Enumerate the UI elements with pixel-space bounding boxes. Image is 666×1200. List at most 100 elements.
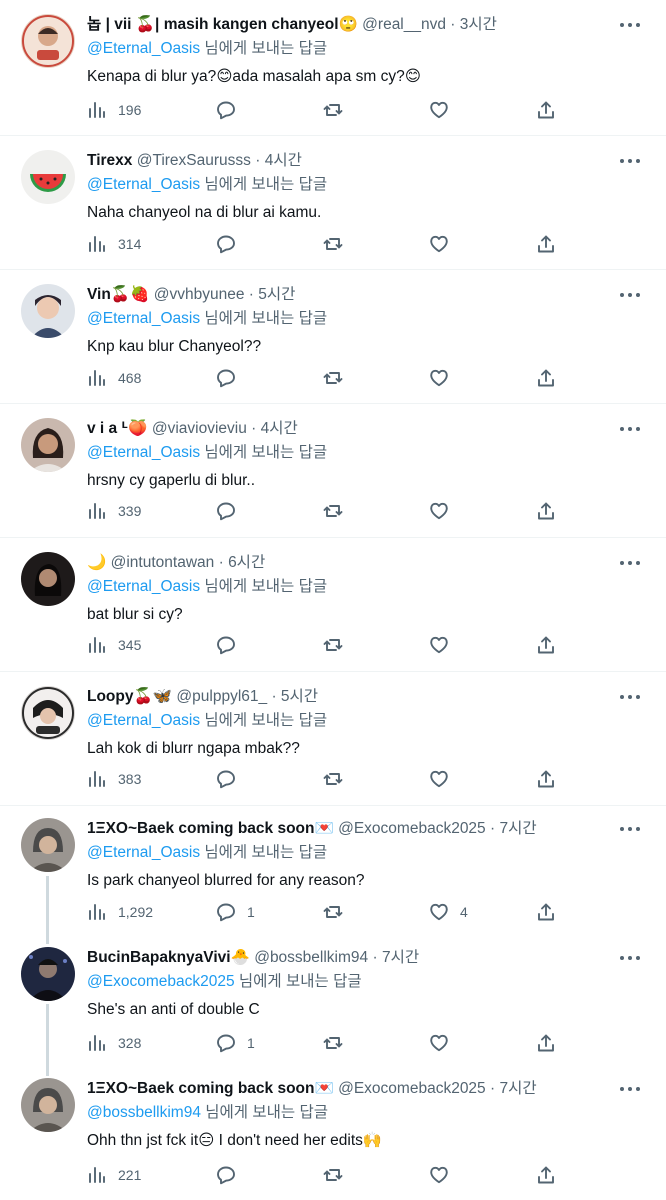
- display-name[interactable]: v i a ᒻ🍑: [87, 420, 148, 437]
- reply-to-mention[interactable]: @Eternal_Oasis: [87, 712, 200, 729]
- views-button[interactable]: 314: [87, 233, 141, 255]
- avatar[interactable]: [21, 552, 75, 606]
- retweet-button[interactable]: [323, 500, 354, 522]
- timestamp[interactable]: 7시간: [499, 820, 536, 837]
- reply-to-mention[interactable]: @Exocomeback2025: [87, 973, 235, 990]
- reply-to-mention[interactable]: @Eternal_Oasis: [87, 40, 200, 57]
- retweet-button[interactable]: [323, 768, 354, 790]
- share-button[interactable]: [536, 768, 556, 790]
- reply-button[interactable]: [216, 500, 247, 522]
- avatar[interactable]: [21, 284, 75, 338]
- timestamp[interactable]: 7시간: [499, 1080, 536, 1097]
- tweet[interactable]: BucinBapaknyaVivi🐣 @bossbellkim94 · 7시간 …: [0, 940, 666, 1072]
- like-button[interactable]: [429, 634, 460, 656]
- reply-to-mention[interactable]: @Eternal_Oasis: [87, 444, 200, 461]
- more-options-icon[interactable]: [620, 287, 644, 303]
- retweet-button[interactable]: [323, 901, 354, 923]
- avatar[interactable]: [21, 14, 75, 68]
- views-button[interactable]: 339: [87, 500, 141, 522]
- user-handle[interactable]: @vvhbyunee: [154, 286, 245, 303]
- views-button[interactable]: 1,292: [87, 901, 153, 923]
- user-handle[interactable]: @intutontawan: [111, 554, 215, 571]
- tweet[interactable]: 1ΞXO~Baek coming back soon💌 @Exocomeback…: [0, 806, 666, 940]
- like-button[interactable]: [429, 500, 460, 522]
- display-name[interactable]: 놉 | vii 🍒| masih kangen chanyeol🙄: [87, 16, 358, 33]
- tweet[interactable]: v i a ᒻ🍑 @viaviovieviu · 4시간 @Eternal_Oa…: [0, 404, 666, 538]
- timestamp[interactable]: 4시간: [265, 152, 302, 169]
- share-button[interactable]: [536, 634, 556, 656]
- reply-button[interactable]: [216, 634, 247, 656]
- more-options-icon[interactable]: [620, 950, 644, 966]
- more-options-icon[interactable]: [620, 17, 644, 33]
- share-button[interactable]: [536, 99, 556, 121]
- reply-button[interactable]: [216, 367, 247, 389]
- user-handle[interactable]: @pulppyl61_: [176, 688, 267, 705]
- user-handle[interactable]: @bossbellkim94: [254, 949, 368, 966]
- timestamp[interactable]: 4시간: [261, 420, 298, 437]
- avatar[interactable]: [21, 818, 75, 872]
- views-button[interactable]: 221: [87, 1164, 141, 1186]
- timestamp[interactable]: 5시간: [258, 286, 295, 303]
- retweet-button[interactable]: [323, 367, 354, 389]
- display-name[interactable]: Loopy🍒🦋: [87, 688, 172, 705]
- like-button[interactable]: [429, 1032, 460, 1054]
- share-button[interactable]: [536, 1164, 556, 1186]
- display-name[interactable]: Tirexx: [87, 152, 132, 169]
- more-options-icon[interactable]: [620, 421, 644, 437]
- reply-button[interactable]: [216, 99, 247, 121]
- reply-to-mention[interactable]: @Eternal_Oasis: [87, 844, 200, 861]
- reply-to-mention[interactable]: @Eternal_Oasis: [87, 176, 200, 193]
- timestamp[interactable]: 6시간: [228, 554, 265, 571]
- user-handle[interactable]: @Exocomeback2025: [338, 820, 486, 837]
- user-handle[interactable]: @TirexSaurusss: [137, 152, 251, 169]
- like-button[interactable]: [429, 233, 460, 255]
- tweet[interactable]: 🌙 @intutontawan · 6시간 @Eternal_Oasis 님에게…: [0, 538, 666, 672]
- tweet[interactable]: Vin🍒🍓 @vvhbyunee · 5시간 @Eternal_Oasis 님에…: [0, 270, 666, 404]
- like-button[interactable]: [429, 768, 460, 790]
- reply-button[interactable]: 1: [216, 901, 255, 923]
- retweet-button[interactable]: [323, 233, 354, 255]
- like-button[interactable]: [429, 99, 460, 121]
- retweet-button[interactable]: [323, 634, 354, 656]
- more-options-icon[interactable]: [620, 689, 644, 705]
- more-options-icon[interactable]: [620, 1081, 644, 1097]
- avatar[interactable]: [21, 150, 75, 204]
- share-button[interactable]: [536, 233, 556, 255]
- reply-to-mention[interactable]: @Eternal_Oasis: [87, 578, 200, 595]
- avatar[interactable]: [21, 1078, 75, 1132]
- like-button[interactable]: 4: [429, 901, 468, 923]
- avatar[interactable]: [21, 947, 75, 1001]
- more-options-icon[interactable]: [620, 555, 644, 571]
- avatar[interactable]: [21, 418, 75, 472]
- reply-button[interactable]: [216, 233, 247, 255]
- retweet-button[interactable]: [323, 1164, 354, 1186]
- reply-button[interactable]: 1: [216, 1032, 255, 1054]
- reply-button[interactable]: [216, 1164, 247, 1186]
- views-button[interactable]: 468: [87, 367, 141, 389]
- reply-to-mention[interactable]: @Eternal_Oasis: [87, 310, 200, 327]
- timestamp[interactable]: 5시간: [281, 688, 318, 705]
- views-button[interactable]: 383: [87, 768, 141, 790]
- more-options-icon[interactable]: [620, 821, 644, 837]
- tweet[interactable]: 1ΞXO~Baek coming back soon💌 @Exocomeback…: [0, 1072, 666, 1200]
- share-button[interactable]: [536, 1032, 556, 1054]
- like-button[interactable]: [429, 367, 460, 389]
- reply-to-mention[interactable]: @bossbellkim94: [87, 1104, 201, 1121]
- display-name[interactable]: Vin🍒🍓: [87, 286, 149, 303]
- display-name[interactable]: BucinBapaknyaVivi🐣: [87, 949, 250, 966]
- retweet-button[interactable]: [323, 99, 354, 121]
- user-handle[interactable]: @Exocomeback2025: [338, 1080, 486, 1097]
- tweet[interactable]: 놉 | vii 🍒| masih kangen chanyeol🙄 @real_…: [0, 0, 666, 136]
- display-name[interactable]: 🌙: [87, 554, 106, 571]
- display-name[interactable]: 1ΞXO~Baek coming back soon💌: [87, 820, 334, 837]
- like-button[interactable]: [429, 1164, 460, 1186]
- display-name[interactable]: 1ΞXO~Baek coming back soon💌: [87, 1080, 334, 1097]
- retweet-button[interactable]: [323, 1032, 354, 1054]
- tweet[interactable]: Loopy🍒🦋 @pulppyl61_ · 5시간 @Eternal_Oasis…: [0, 672, 666, 806]
- timestamp[interactable]: 3시간: [460, 16, 497, 33]
- views-button[interactable]: 196: [87, 99, 141, 121]
- user-handle[interactable]: @viaviovieviu: [152, 420, 247, 437]
- share-button[interactable]: [536, 901, 556, 923]
- user-handle[interactable]: @real__nvd: [362, 16, 446, 33]
- tweet[interactable]: Tirexx @TirexSaurusss · 4시간 @Eternal_Oas…: [0, 136, 666, 270]
